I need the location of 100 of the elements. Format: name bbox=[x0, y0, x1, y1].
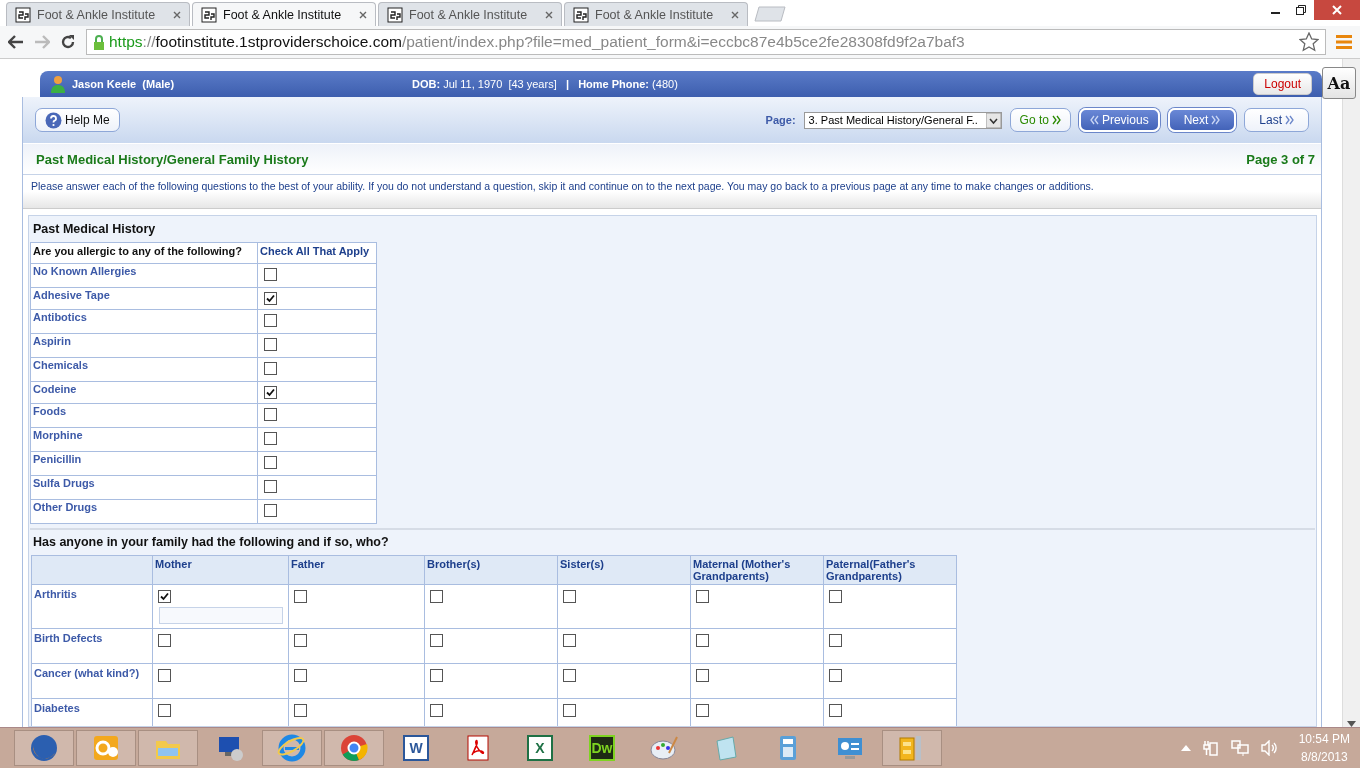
app-icon: Dw bbox=[589, 735, 615, 761]
allergy-label: Morphine bbox=[33, 429, 83, 441]
site-logo-icon bbox=[387, 6, 403, 23]
next-button[interactable]: Next bbox=[1167, 108, 1237, 132]
help-icon bbox=[45, 111, 62, 129]
close-icon[interactable] bbox=[545, 10, 553, 19]
checkbox[interactable] bbox=[294, 669, 307, 682]
allergy-label: Adhesive Tape bbox=[33, 289, 110, 301]
checkbox[interactable] bbox=[829, 634, 842, 647]
taskbar-button[interactable] bbox=[324, 730, 384, 766]
condition-label: Arthritis bbox=[34, 588, 77, 600]
checkbox[interactable] bbox=[264, 456, 277, 469]
checkbox[interactable] bbox=[430, 634, 443, 647]
checkbox[interactable] bbox=[158, 704, 171, 717]
page-counter: Page 3 of 7 bbox=[1246, 151, 1315, 167]
allergy-label: Foods bbox=[33, 405, 66, 417]
reload-icon[interactable] bbox=[60, 34, 76, 50]
checkbox[interactable] bbox=[430, 590, 443, 603]
app-icon: W bbox=[403, 735, 429, 761]
condition-label: Cancer (what kind?) bbox=[34, 667, 140, 679]
taskbar-button[interactable]: X bbox=[510, 730, 570, 766]
browser-tab[interactable]: Foot & Ankle Institute bbox=[378, 2, 562, 26]
section-heading: Has anyone in your family had the following and if so, who? bbox=[32, 535, 390, 551]
allergy-label: Chemicals bbox=[33, 359, 89, 371]
checkbox[interactable] bbox=[829, 669, 842, 682]
checkbox[interactable] bbox=[158, 634, 171, 647]
previous-button[interactable]: Previous bbox=[1078, 108, 1160, 132]
checkbox[interactable] bbox=[563, 704, 576, 717]
detail-field[interactable] bbox=[159, 607, 283, 624]
checkbox[interactable] bbox=[294, 590, 307, 603]
patient-details: DOB: Jul 11, 1970 [43 years] | Home Phone: (480) bbox=[412, 78, 678, 90]
checkbox[interactable] bbox=[158, 669, 171, 682]
close-button[interactable] bbox=[1314, 0, 1360, 20]
column-header: Paternal(Father's Grandparents) bbox=[823, 555, 957, 585]
go-to-button[interactable]: Go to bbox=[1009, 108, 1071, 132]
checkbox[interactable] bbox=[264, 268, 277, 281]
page-dropdown[interactable]: 3. Past Medical History/General F.. bbox=[803, 111, 1002, 129]
checkbox[interactable] bbox=[430, 704, 443, 717]
checkbox[interactable] bbox=[563, 669, 576, 682]
checkbox[interactable] bbox=[563, 634, 576, 647]
help-button[interactable]: Help Me bbox=[35, 108, 120, 132]
taskbar-button[interactable]: W bbox=[386, 730, 446, 766]
taskbar-button[interactable]: Dw bbox=[572, 730, 632, 766]
checkbox[interactable] bbox=[264, 408, 277, 421]
column-header: Father bbox=[288, 555, 425, 585]
checkbox[interactable] bbox=[264, 504, 277, 517]
allergy-label: Sulfa Drugs bbox=[33, 477, 95, 489]
logout-button[interactable]: Logout bbox=[1253, 73, 1312, 95]
column-header: Check All That Apply bbox=[257, 242, 377, 264]
allergy-label: Penicillin bbox=[33, 453, 82, 465]
column-header: Brother(s) bbox=[424, 555, 558, 585]
checkbox[interactable] bbox=[696, 634, 709, 647]
checkbox[interactable] bbox=[264, 292, 277, 305]
checkbox[interactable] bbox=[264, 386, 277, 399]
double-chevron-right-icon bbox=[1285, 115, 1294, 125]
patient-name: Jason Keele (Male) bbox=[72, 78, 176, 90]
checkbox[interactable] bbox=[696, 590, 709, 603]
checkbox[interactable] bbox=[294, 704, 307, 717]
browser-tab[interactable]: Foot & Ankle Institute bbox=[564, 2, 748, 26]
checkbox[interactable] bbox=[294, 634, 307, 647]
checkbox[interactable] bbox=[264, 480, 277, 493]
restore-icon bbox=[1296, 5, 1306, 15]
close-icon[interactable] bbox=[731, 10, 739, 19]
page-label: Page: bbox=[765, 114, 796, 126]
allergy-label: Antibotics bbox=[33, 311, 87, 323]
site-logo-icon bbox=[201, 6, 217, 23]
mail-icon bbox=[91, 733, 121, 763]
allergy-label: No Known Allergies bbox=[33, 265, 137, 277]
checkbox[interactable] bbox=[264, 432, 277, 445]
close-icon[interactable] bbox=[359, 10, 367, 19]
taskbar-button[interactable] bbox=[76, 730, 136, 766]
address-bar[interactable]: https://footinstitute.1stproviderschoice.com/patient/index.php?file=med_patient_form&i=eccbc87e4b5ce2fe28308fd9f2a7baf3 bbox=[86, 29, 1326, 55]
close-icon[interactable] bbox=[173, 10, 181, 19]
double-chevron-right-icon bbox=[1051, 115, 1061, 125]
globe-icon bbox=[29, 733, 59, 763]
checkbox[interactable] bbox=[158, 590, 171, 603]
checkbox[interactable] bbox=[829, 590, 842, 603]
text-size-button[interactable]: Aa bbox=[1322, 67, 1356, 99]
checkbox[interactable] bbox=[430, 669, 443, 682]
app-icon: X bbox=[527, 735, 553, 761]
allergy-label: Other Drugs bbox=[33, 501, 98, 513]
star-icon[interactable] bbox=[1299, 32, 1319, 52]
browser-icon bbox=[339, 733, 369, 763]
dropdown-arrow-icon bbox=[985, 112, 1001, 128]
checkbox[interactable] bbox=[696, 704, 709, 717]
back-icon[interactable] bbox=[8, 35, 24, 49]
checkbox[interactable] bbox=[563, 590, 576, 603]
browser-tab[interactable]: Foot & Ankle Institute bbox=[192, 2, 376, 26]
browser-tab[interactable]: Foot & Ankle Institute bbox=[6, 2, 190, 26]
checkbox[interactable] bbox=[264, 362, 277, 375]
allergy-label: Aspirin bbox=[33, 335, 71, 347]
last-button[interactable]: Last bbox=[1244, 108, 1309, 132]
lock-icon bbox=[93, 34, 105, 50]
person-icon bbox=[50, 75, 66, 93]
taskbar-button[interactable] bbox=[14, 730, 74, 766]
checkbox[interactable] bbox=[829, 704, 842, 717]
checkbox[interactable] bbox=[264, 314, 277, 327]
checkbox[interactable] bbox=[264, 338, 277, 351]
minimize-icon bbox=[1270, 12, 1280, 14]
checkbox[interactable] bbox=[696, 669, 709, 682]
